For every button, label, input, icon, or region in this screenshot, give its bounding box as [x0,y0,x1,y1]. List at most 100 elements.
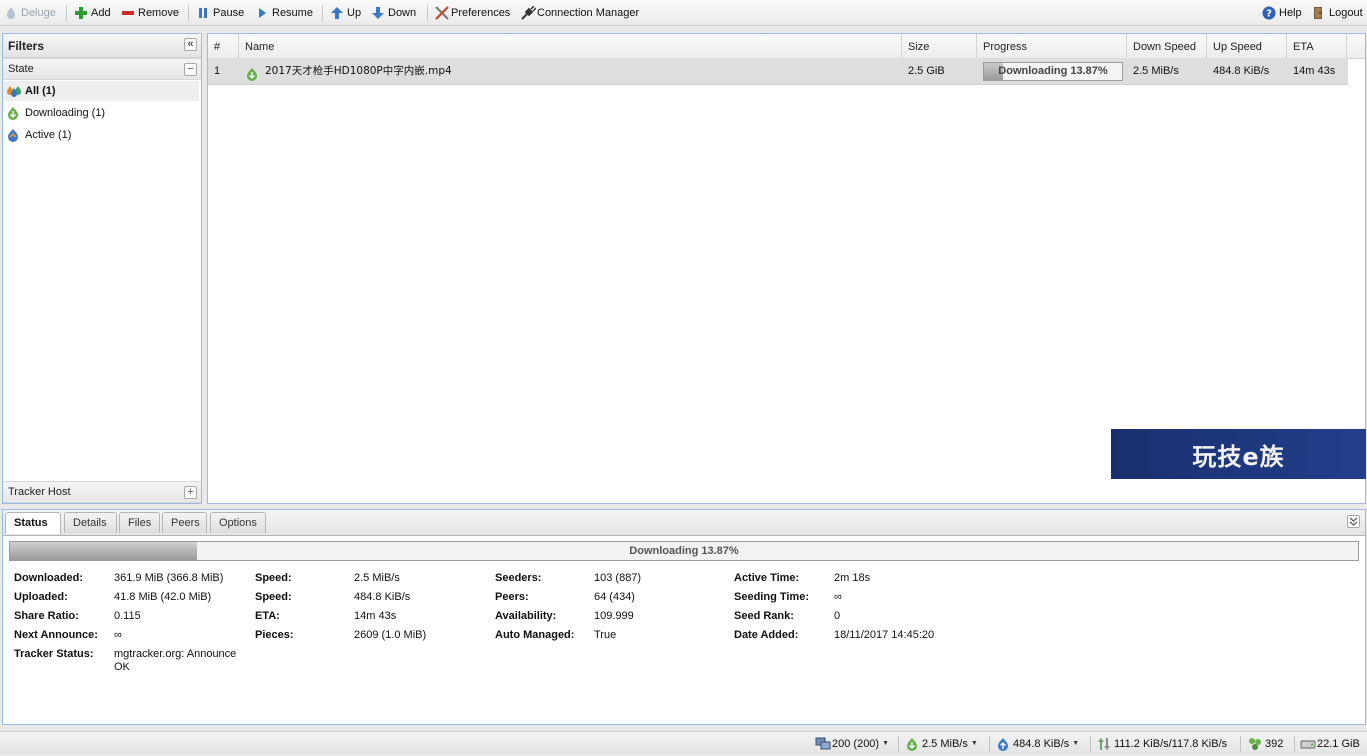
free-space-value: 22.1 GiB [1317,738,1360,750]
next-announce-label: Next Announce: [14,629,98,641]
connections-value: 200 (200) [832,738,880,750]
active-time-value: 2m 18s [834,572,871,584]
collapse-details-button[interactable] [1347,515,1360,528]
up-speed-value: 484.8 KiB/s [354,591,411,603]
column-header-name[interactable]: Name [239,34,902,60]
logout-button[interactable]: Logout [1312,4,1363,22]
plug-icon [520,5,537,20]
arrow-up-icon [330,6,344,20]
preferences-button[interactable]: Preferences [434,4,510,22]
down-speed-label: Speed: [255,572,292,584]
seeding-time-label: Seeding Time: [734,591,809,603]
availability-value: 109.999 [594,610,634,622]
filter-label-all: All (1) [25,85,56,97]
tab-peers[interactable]: Peers [162,512,207,533]
watermark-logo: 玩技e族 [1111,429,1366,479]
toolbar-separator [427,5,428,21]
torrent-progress-cell: Downloading 13.87% [977,58,1127,85]
filter-label-downloading: Downloading (1) [25,107,106,119]
tab-files[interactable]: Files [119,512,160,533]
pause-icon [196,6,210,20]
toolbar: Deluge Add Remove Pause Resume Up Down P… [0,0,1367,26]
deluge-app-button: Deluge [4,4,56,22]
status-progress-text: Downloading 13.87% [629,545,739,557]
network-computers-icon [815,737,831,751]
column-header-eta[interactable]: ETA [1287,34,1347,60]
tab-options[interactable]: Options [210,512,266,533]
play-icon [255,6,269,20]
column-header-size[interactable]: Size [902,34,977,60]
auto-managed-label: Auto Managed: [495,629,575,641]
status-separator [1240,736,1241,752]
all-states-icon [6,84,21,98]
column-header-progress[interactable]: Progress [977,34,1127,60]
up-down-traffic-icon [1097,737,1111,751]
dropdown-arrow-icon: ▼ [1072,740,1080,747]
grid-header-row: # Name Size Progress Down Speed Up Speed… [208,34,1365,60]
torrent-size: 2.5 GiB [908,65,945,77]
connections-status[interactable]: 200 (200) ▼ [815,736,889,752]
seeders-label: Seeders: [495,572,542,584]
downloaded-value: 361.9 MiB (366.8 MiB) [114,572,224,584]
share-ratio-label: Share Ratio: [14,610,79,622]
protocol-traffic-value: 111.2 KiB/s/117.8 KiB/s [1114,738,1228,750]
date-added-label: Date Added: [734,629,799,641]
filter-item-active[interactable]: Active (1) [3,125,199,145]
torrent-name-cell: 2017天才枪手HD1080P中字内嵌.mp4 [239,58,902,85]
protocol-traffic-status: 111.2 KiB/s/117.8 KiB/s [1097,736,1227,752]
status-separator [1090,736,1091,752]
column-header-number[interactable]: # [208,34,239,60]
tracker-host-section-header[interactable]: Tracker Host + [3,481,201,503]
seed-rank-label: Seed Rank: [734,610,794,622]
eta-value: 14m 43s [354,610,397,622]
filter-item-all[interactable]: All (1) [3,81,199,101]
download-speed-status[interactable]: 2.5 MiB/s ▼ [905,736,978,752]
filter-item-downloading[interactable]: Downloading (1) [3,103,199,123]
details-tab-strip: Status Details Files Peers Options [3,510,1365,536]
tab-status[interactable]: Status [5,512,61,534]
toolbar-separator [66,5,67,21]
add-button[interactable]: Add [74,4,111,22]
peers-label: Peers: [495,591,529,603]
torrent-progress-text: Downloading 13.87% [998,65,1108,77]
eta-label: ETA: [255,610,280,622]
pieces-value: 2609 (1.0 MiB) [354,629,427,641]
queue-up-button[interactable]: Up [330,4,361,22]
watermark-text: 玩技e族 [1192,442,1285,471]
remove-button[interactable]: Remove [121,4,179,22]
pieces-label: Pieces: [255,629,294,641]
column-header-up-speed[interactable]: Up Speed [1207,34,1287,60]
queue-down-button[interactable]: Down [371,4,416,22]
uploaded-value: 41.8 MiB (42.0 MiB) [114,591,212,603]
tab-details[interactable]: Details [64,512,117,533]
state-section-header[interactable]: State − [3,58,201,80]
minus-icon [121,6,135,20]
filter-label-active: Active (1) [25,129,72,141]
torrent-eta: 14m 43s [1293,65,1336,77]
connection-manager-button[interactable]: Connection Manager [520,4,639,22]
resume-button[interactable]: Resume [255,4,313,22]
details-panel: Status Details Files Peers Options Downl… [2,509,1366,725]
upload-speed-status[interactable]: 484.8 KiB/s ▼ [996,736,1079,752]
torrent-row[interactable]: 1 2017天才枪手HD1080P中字内嵌.mp4 2.5 GiB Downlo… [208,58,1348,85]
column-header-down-speed[interactable]: Down Speed [1127,34,1207,60]
torrent-down-speed: 2.5 MiB/s [1133,65,1179,77]
seeding-time-value: ∞ [834,591,842,603]
collapse-filters-button[interactable]: « [184,38,197,51]
dht-nodes-status: 392 [1248,736,1283,752]
downloading-icon [6,106,20,120]
dropdown-arrow-icon: ▼ [882,740,890,747]
dht-nodes-icon [1248,737,1262,751]
share-ratio-value: 0.115 [114,610,141,622]
filters-title: Filters [8,39,45,53]
seed-rank-value: 0 [834,610,841,622]
tracker-status-value-line1: mgtracker.org: Announce [114,648,237,660]
help-button[interactable]: ? Help [1262,4,1302,22]
expand-tracker-host-button[interactable]: + [184,486,197,499]
svg-text:?: ? [1266,9,1272,20]
pause-button[interactable]: Pause [196,4,244,22]
tools-icon [434,6,449,20]
collapse-state-button[interactable]: − [184,63,197,76]
uploaded-label: Uploaded: [14,591,68,603]
help-icon: ? [1262,6,1276,20]
